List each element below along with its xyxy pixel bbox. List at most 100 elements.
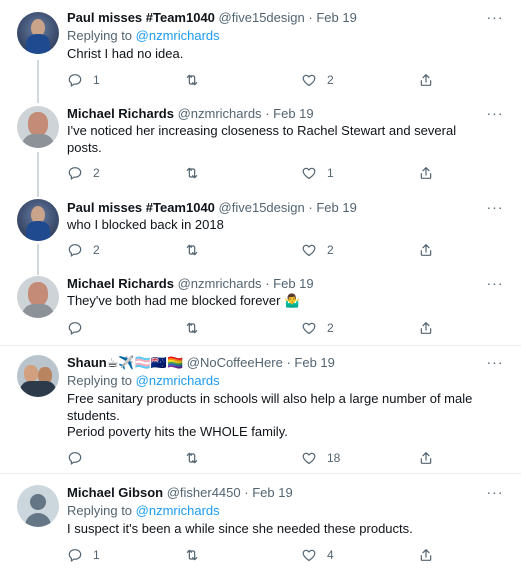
reply-count: 2 (93, 166, 100, 180)
display-name[interactable]: Shaun☕✈️🏳️‍⚧️🇳🇿🏳️‍🌈 (67, 355, 183, 370)
tweet-date[interactable]: Feb 19 (316, 10, 356, 25)
like-count: 1 (327, 166, 334, 180)
share-button[interactable] (418, 70, 434, 90)
share-icon (420, 549, 432, 561)
user-handle[interactable]: @five15design (219, 10, 305, 25)
tweet-date[interactable]: Feb 19 (273, 106, 313, 121)
tweet[interactable]: Michael Gibson @fisher4450 · Feb 19 ··· … (0, 473, 521, 574)
like-button[interactable]: 1 (301, 163, 334, 183)
retweet-button[interactable] (184, 163, 210, 183)
reply-icon (68, 74, 82, 87)
user-handle[interactable]: @nzmrichards (178, 106, 262, 121)
tweet-date[interactable]: Feb 19 (252, 485, 292, 500)
tweet[interactable]: Michael Richards @nzmrichards · Feb 19 ·… (0, 270, 521, 345)
like-icon (302, 452, 316, 465)
share-button[interactable] (418, 240, 434, 260)
retweet-button[interactable] (184, 448, 210, 468)
separator-dot: · (308, 200, 313, 215)
separator-dot: · (308, 10, 313, 25)
tweet[interactable]: Paul misses #Team1040 @five15design · Fe… (0, 0, 521, 96)
reply-button[interactable] (67, 318, 93, 338)
tweet[interactable]: Shaun☕✈️🏳️‍⚧️🇳🇿🏳️‍🌈 @NoCoffeeHere · Feb … (0, 345, 521, 474)
replying-to-link[interactable]: @nzmrichards (136, 28, 220, 43)
tweet-header: Michael Gibson @fisher4450 · Feb 19 (67, 484, 481, 502)
display-name[interactable]: Michael Richards (67, 276, 174, 291)
avatar[interactable] (17, 199, 59, 241)
tweet[interactable]: Michael Richards @nzmrichards · Feb 19 ·… (0, 96, 521, 192)
tweet-actions: 2 2 (67, 240, 467, 260)
reply-button[interactable] (67, 448, 93, 468)
like-icon (302, 74, 316, 87)
share-button[interactable] (418, 448, 434, 468)
tweet-actions: 1 4 (67, 545, 467, 565)
tweet-text: Free sanitary products in schools will a… (67, 391, 482, 441)
more-icon[interactable]: ··· (485, 106, 505, 125)
retweet-button[interactable] (184, 70, 210, 90)
tweet-text: They've both had me blocked forever 🤷‍♂️ (67, 293, 501, 310)
like-button[interactable]: 2 (301, 318, 334, 338)
tweet[interactable]: Paul misses #Team1040 @five15design · Fe… (0, 192, 521, 270)
like-icon (302, 244, 316, 257)
reply-icon (68, 549, 82, 562)
reply-button[interactable]: 1 (67, 70, 100, 90)
retweet-button[interactable] (184, 240, 210, 260)
like-icon (302, 322, 316, 335)
avatar[interactable] (17, 485, 59, 527)
tweet-header: Shaun☕✈️🏳️‍⚧️🇳🇿🏳️‍🌈 @NoCoffeeHere · Feb … (67, 354, 481, 372)
avatar[interactable] (17, 106, 59, 148)
like-button[interactable]: 2 (301, 240, 334, 260)
reply-count: 1 (93, 548, 100, 562)
retweet-button[interactable] (184, 318, 210, 338)
reply-icon (68, 244, 82, 257)
tweet-text-line: who I blocked back in 2018 (67, 217, 224, 232)
replying-to: Replying to @nzmrichards (67, 502, 220, 520)
tweet-actions: 18 (67, 448, 467, 468)
like-button[interactable]: 2 (301, 70, 334, 90)
separator-dot: · (286, 355, 291, 370)
like-button[interactable]: 4 (301, 545, 334, 565)
replying-label: Replying to (67, 373, 133, 388)
reply-button[interactable]: 2 (67, 163, 100, 183)
reply-icon (68, 452, 82, 465)
like-button[interactable]: 18 (301, 448, 340, 468)
avatar[interactable] (17, 12, 59, 54)
display-name[interactable]: Paul misses #Team1040 (67, 200, 215, 215)
reply-count: 1 (93, 73, 100, 87)
avatar[interactable] (17, 276, 59, 318)
tweet-date[interactable]: Feb 19 (294, 355, 334, 370)
share-icon (420, 74, 432, 86)
more-icon[interactable]: ··· (485, 485, 505, 504)
share-button[interactable] (418, 163, 434, 183)
like-count: 2 (327, 73, 334, 87)
more-icon[interactable]: ··· (485, 10, 505, 29)
like-count: 18 (327, 451, 341, 465)
tweet-date[interactable]: Feb 19 (273, 276, 313, 291)
user-handle[interactable]: @fisher4450 (167, 485, 241, 500)
reply-icon (68, 167, 82, 180)
user-handle[interactable]: @five15design (219, 200, 305, 215)
share-icon (420, 167, 432, 179)
user-handle[interactable]: @NoCoffeeHere (187, 355, 283, 370)
share-button[interactable] (418, 318, 434, 338)
like-icon (302, 167, 316, 180)
tweet-date[interactable]: Feb 19 (316, 200, 356, 215)
display-name[interactable]: Paul misses #Team1040 (67, 10, 215, 25)
replying-to: Replying to @nzmrichards (67, 372, 220, 390)
retweet-button[interactable] (184, 545, 210, 565)
user-handle[interactable]: @nzmrichards (178, 276, 262, 291)
reply-button[interactable]: 1 (67, 545, 100, 565)
more-icon[interactable]: ··· (485, 355, 505, 374)
tweet-text: I suspect it's been a while since she ne… (67, 521, 501, 538)
share-icon (420, 322, 432, 334)
replying-to-link[interactable]: @nzmrichards (136, 373, 220, 388)
like-count: 2 (327, 243, 334, 257)
tweet-text: who I blocked back in 2018 (67, 217, 501, 234)
share-button[interactable] (418, 545, 434, 565)
display-name[interactable]: Michael Gibson (67, 485, 163, 500)
tweet-actions: 1 2 (67, 70, 467, 90)
tweet-text: I've noticed her increasing closeness to… (67, 123, 482, 156)
replying-to-link[interactable]: @nzmrichards (136, 503, 220, 518)
avatar[interactable] (17, 355, 59, 397)
display-name[interactable]: Michael Richards (67, 106, 174, 121)
reply-button[interactable]: 2 (67, 240, 100, 260)
